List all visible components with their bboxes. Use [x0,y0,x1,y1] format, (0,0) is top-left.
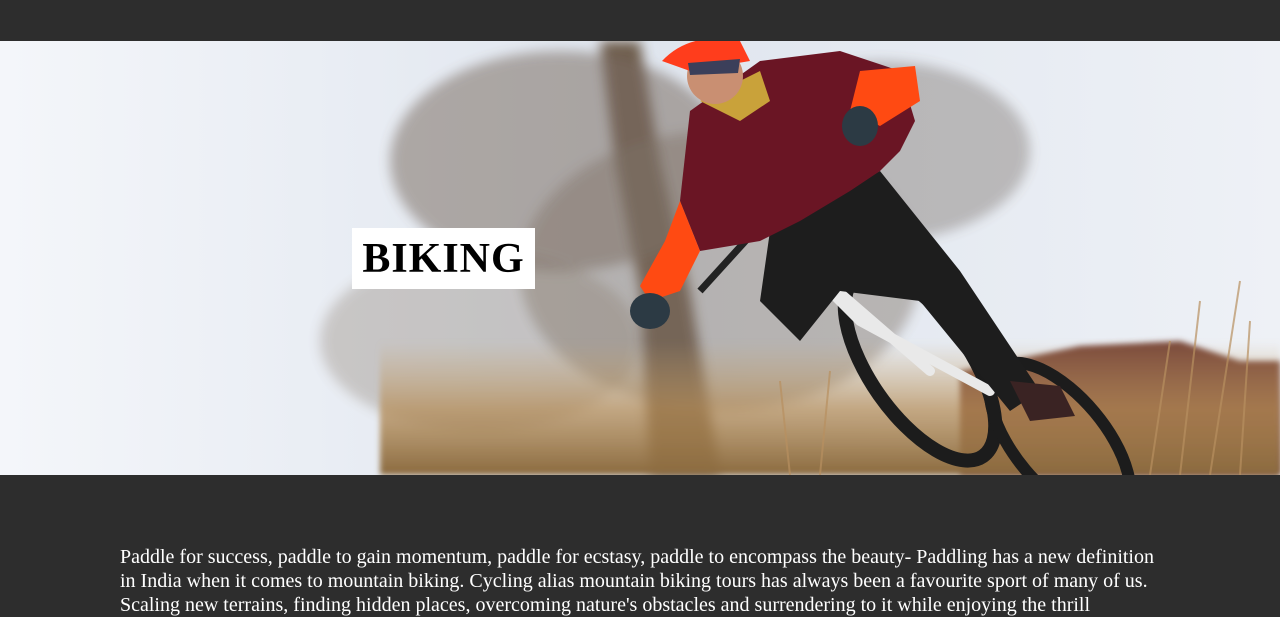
hero-banner: BIKING [0,41,1280,475]
content-section: Paddle for success, paddle to gain momen… [0,475,1280,616]
top-bar [0,0,1280,41]
hero-title-box: BIKING [352,228,535,289]
mountain-biker-photo [0,41,1280,475]
hero-title: BIKING [362,235,525,282]
intro-paragraph: Paddle for success, paddle to gain momen… [120,546,1154,616]
